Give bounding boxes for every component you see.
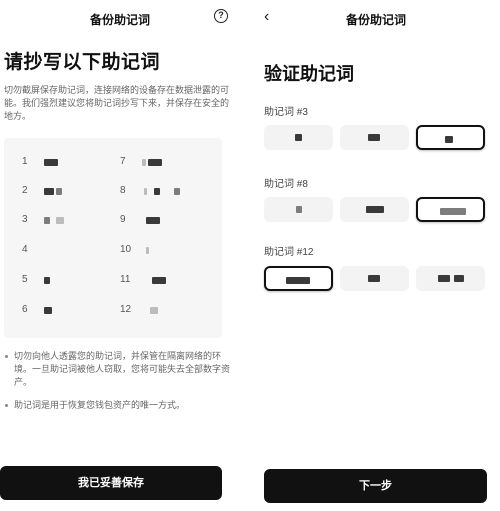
tip-text: 助记词是用于恢复您钱包资产的唯一方式。 <box>14 400 186 410</box>
mnemonic-word-9: 9 <box>120 214 210 228</box>
word-number: 8 <box>120 185 126 196</box>
redacted-word <box>44 159 58 166</box>
word-number: 6 <box>22 304 28 315</box>
redacted-word <box>438 275 450 282</box>
redacted-word <box>44 217 50 224</box>
redacted-word <box>56 217 64 224</box>
redacted-word <box>44 277 50 284</box>
mnemonic-word-12: 12 <box>120 304 210 318</box>
word-number: 3 <box>22 214 28 225</box>
mnemonic-word-10: 10 <box>120 244 210 258</box>
mnemonic-word-4: 4 <box>22 244 102 258</box>
mnemonic-word-2: 2 <box>22 185 102 199</box>
next-step-button[interactable]: 下一步 <box>264 469 487 503</box>
redacted-word <box>174 188 180 195</box>
redacted-word <box>368 134 380 141</box>
word-option-selected[interactable] <box>264 266 333 291</box>
redacted-word <box>154 188 160 195</box>
help-icon[interactable]: ? <box>214 9 228 23</box>
word-number: 9 <box>120 214 126 225</box>
word-option-selected[interactable] <box>416 125 485 150</box>
redacted-word <box>445 136 453 143</box>
redacted-word <box>152 277 166 284</box>
word-number: 2 <box>22 185 28 196</box>
redacted-word <box>150 307 158 314</box>
tip-item: 助记词是用于恢复您钱包资产的唯一方式。 <box>4 399 232 412</box>
tip-item: 切勿向他人透露您的助记词，并保管在隔离网络的环境。一旦助记词被他人窃取，您将可能… <box>4 350 232 389</box>
page-title: 验证助记词 <box>264 64 354 84</box>
header: 备份助记词 ? <box>0 0 240 36</box>
redacted-word <box>148 159 162 166</box>
mnemonic-word-8: 8 <box>120 185 210 199</box>
bullet-dot-icon <box>5 404 8 407</box>
word-number: 7 <box>120 156 126 167</box>
mnemonic-word-5: 5 <box>22 274 102 288</box>
question-label-3: 助记词 #3 <box>264 107 308 118</box>
verify-words-screen: ‹ 备份助记词 验证助记词 助记词 #3 助记词 #8 助记词 #12 下一步 <box>252 0 500 511</box>
security-tips: 切勿向他人透露您的助记词，并保管在隔离网络的环境。一旦助记词被他人窃取，您将可能… <box>4 350 232 422</box>
redacted-word <box>368 275 380 282</box>
redacted-word <box>146 217 160 224</box>
word-option[interactable] <box>264 197 333 222</box>
mnemonic-word-7: 7 <box>120 156 210 170</box>
redacted-word <box>146 247 149 254</box>
word-option[interactable] <box>340 266 409 291</box>
mnemonic-word-1: 1 <box>22 156 102 170</box>
redacted-word <box>295 134 302 141</box>
word-number: 1 <box>22 156 28 167</box>
mnemonic-word-3: 3 <box>22 214 102 228</box>
word-number: 4 <box>22 244 28 255</box>
question-label-12: 助记词 #12 <box>264 247 314 258</box>
question-label-8: 助记词 #8 <box>264 179 308 190</box>
page-title: 请抄写以下助记词 <box>4 52 161 73</box>
word-number: 12 <box>120 304 132 315</box>
word-number: 10 <box>120 244 132 255</box>
word-option[interactable] <box>340 197 409 222</box>
confirm-saved-button[interactable]: 我已妥善保存 <box>0 466 222 500</box>
redacted-word <box>286 277 310 284</box>
screen-divider <box>240 0 252 511</box>
mnemonic-word-6: 6 <box>22 304 102 318</box>
header: ‹ 备份助记词 <box>252 0 500 36</box>
backup-words-screen: 备份助记词 ? 请抄写以下助记词 切勿截屏保存助记词，连接网络的设备存在数据泄露… <box>0 0 240 511</box>
redacted-word <box>144 188 147 195</box>
tip-text: 切勿向他人透露您的助记词，并保管在隔离网络的环境。一旦助记词被他人窃取，您将可能… <box>14 351 231 387</box>
mnemonic-word-grid: 1 2 3 4 5 6 7 8 9 10 11 12 <box>4 138 222 338</box>
word-option[interactable] <box>264 125 333 150</box>
bullet-dot-icon <box>5 355 8 358</box>
header-title: 备份助记词 <box>89 13 150 27</box>
redacted-word <box>366 206 384 213</box>
redacted-word <box>296 206 302 213</box>
word-option[interactable] <box>416 266 485 291</box>
word-option-selected[interactable] <box>416 197 485 222</box>
redacted-word <box>142 159 146 166</box>
redacted-word <box>454 275 464 282</box>
mnemonic-word-11: 11 <box>120 274 210 288</box>
word-number: 5 <box>22 274 28 285</box>
word-option[interactable] <box>340 125 409 150</box>
redacted-word <box>440 208 466 215</box>
redacted-word <box>44 307 52 314</box>
redacted-word <box>56 188 62 195</box>
warning-description: 切勿截屏保存助记词，连接网络的设备存在数据泄露的可能。我们强烈建议您将助记词抄写… <box>4 85 230 121</box>
header-title: 备份助记词 <box>345 13 406 27</box>
redacted-word <box>44 188 54 195</box>
word-number: 11 <box>120 274 131 285</box>
